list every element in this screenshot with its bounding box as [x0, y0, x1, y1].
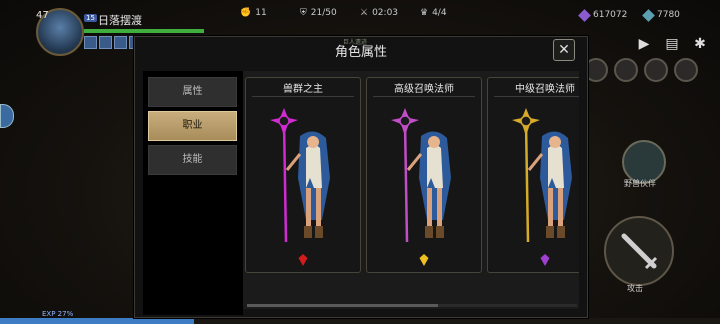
class-card[interactable]: 高级召唤法师	[366, 77, 482, 273]
tab-class[interactable]: 职业	[148, 111, 237, 141]
gem-icon	[578, 8, 591, 22]
pet-label: 野兽伙伴	[624, 179, 656, 188]
skill-buttons	[584, 58, 698, 82]
tab-list: 属性 职业 技能	[143, 71, 243, 315]
shield-icon: ⛨	[300, 8, 307, 18]
exp-label: EXP 27%	[42, 310, 74, 318]
vip-badge: 15	[84, 14, 97, 22]
attack-label: 攻击	[627, 284, 643, 293]
class-content: 兽群之主 高级召唤法师 中级召唤法师	[243, 71, 579, 309]
stat-c: ♛ 4/4	[420, 8, 447, 18]
character-figure	[512, 108, 572, 243]
exp-bar	[0, 318, 720, 324]
character-figure	[391, 108, 451, 243]
timer: ⚔ 02:03	[360, 8, 399, 18]
play-icon[interactable]: ▶	[636, 36, 652, 52]
sword-icon	[621, 233, 658, 270]
fist-icon: ✊	[240, 8, 252, 18]
gear-icon[interactable]: ✱	[692, 36, 708, 52]
character-figure	[270, 108, 330, 243]
player-name: 日落摆渡	[98, 14, 142, 27]
crystal-icon	[642, 8, 655, 22]
class-gem-icon	[298, 254, 308, 266]
class-card-title: 兽群之主	[283, 84, 323, 95]
currency-b[interactable]: 7780	[642, 8, 680, 22]
currency-a[interactable]: 617072	[578, 8, 627, 22]
divider	[494, 96, 579, 97]
top-right-buttons: ▶ ▤ ✱	[636, 36, 708, 52]
crown-icon: ♛	[420, 8, 429, 18]
player-level: 47	[36, 10, 49, 21]
class-gem-icon	[419, 254, 429, 266]
class-card-title: 高级召唤法师	[394, 84, 454, 95]
skill-button[interactable]	[644, 58, 668, 82]
hp-bar	[84, 29, 204, 33]
swords-icon: ⚔	[360, 8, 369, 18]
buff-icon	[99, 36, 112, 49]
class-card[interactable]: 中级召唤法师	[487, 77, 579, 273]
chat-icon[interactable]: ▤	[664, 36, 680, 52]
stat-a: ✊ 11	[240, 8, 267, 18]
class-card[interactable]: 兽群之主	[245, 77, 361, 273]
side-expand-button[interactable]	[0, 104, 14, 128]
class-gem-icon	[540, 254, 550, 266]
horizontal-scrollbar[interactable]	[247, 304, 577, 307]
skill-button[interactable]	[614, 58, 638, 82]
tab-skills[interactable]: 技能	[148, 145, 237, 175]
stat-b: ⛨ 21/50	[300, 8, 337, 18]
buff-icon	[114, 36, 127, 49]
close-button[interactable]: ✕	[553, 39, 575, 61]
divider	[252, 96, 354, 97]
skill-button[interactable]	[674, 58, 698, 82]
tab-attributes[interactable]: 属性	[148, 77, 237, 107]
modal-title: 角色属性	[334, 45, 387, 60]
class-card-title: 中级召唤法师	[515, 84, 575, 95]
character-attributes-modal: 巨人遗迹 角色属性 ✕ 属性 职业 技能 兽群之主 高级召唤法师 中级召唤法师	[134, 36, 588, 318]
attack-button[interactable]	[604, 216, 674, 286]
divider	[373, 96, 475, 97]
buff-icon	[84, 36, 97, 49]
